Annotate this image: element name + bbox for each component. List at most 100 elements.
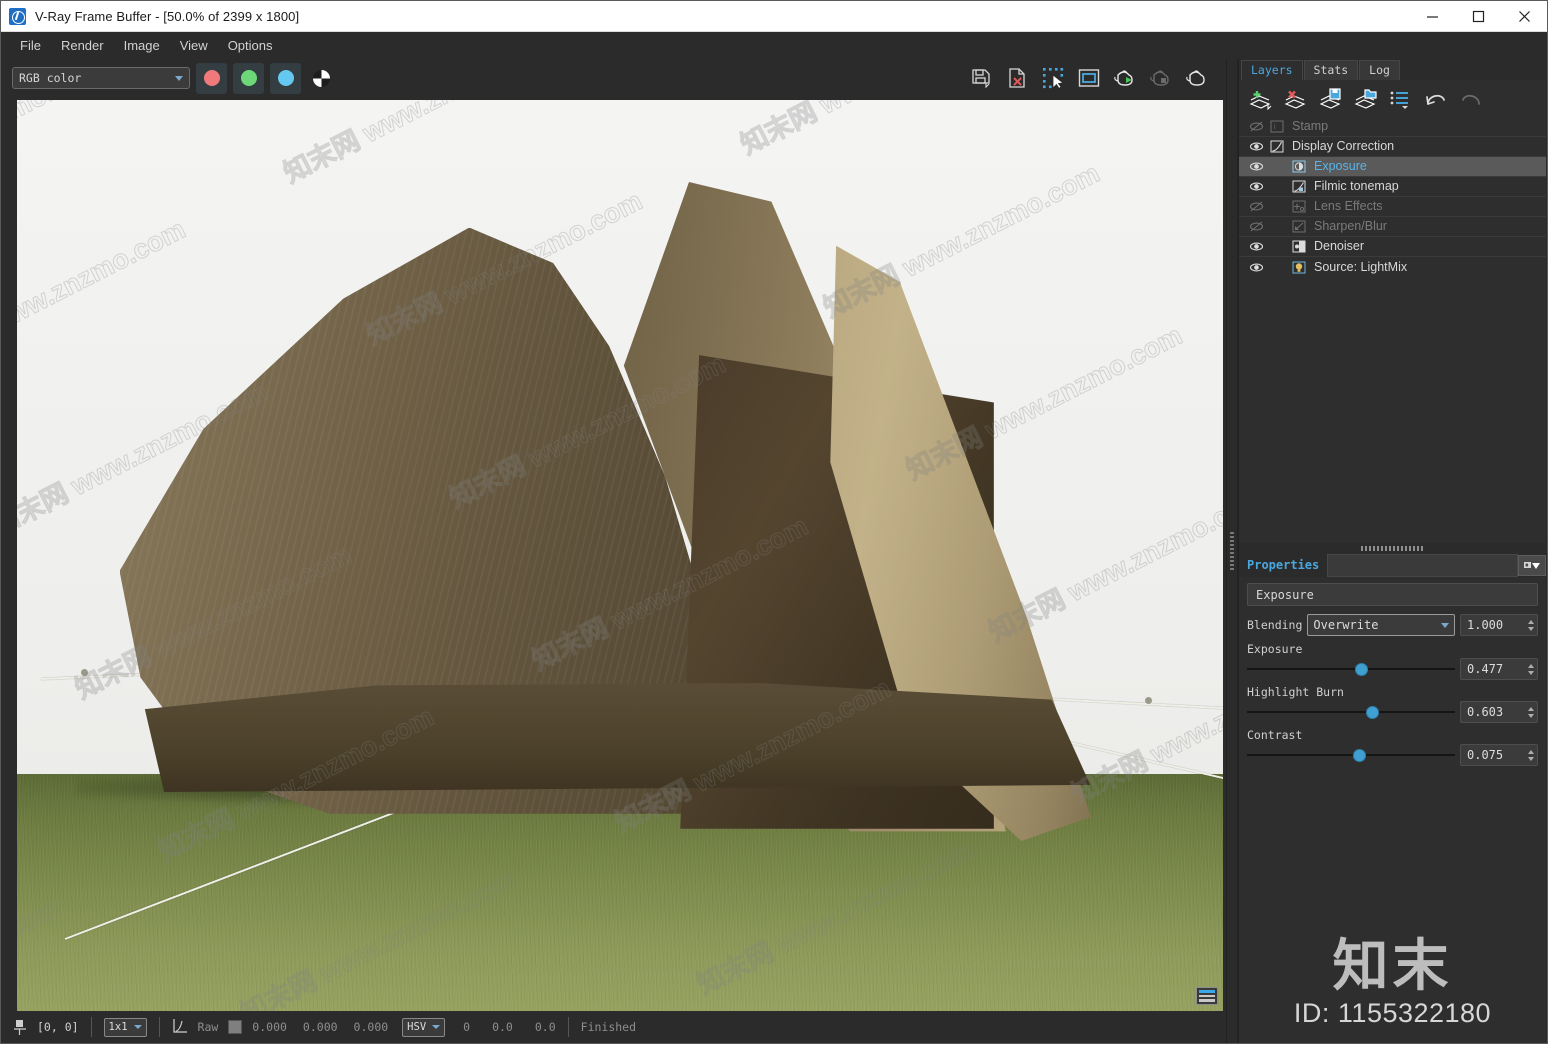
fit-to-view-icon[interactable] (1074, 63, 1104, 93)
layer-row-source-lightmix[interactable]: Source: LightMix (1239, 257, 1546, 277)
slider-track (1247, 754, 1455, 756)
spinner-arrows-icon[interactable] (1528, 663, 1534, 675)
save-layer-icon[interactable] (1315, 84, 1347, 114)
menu-render[interactable]: Render (52, 35, 113, 56)
menu-view[interactable]: View (171, 35, 217, 56)
render-canvas-wrap: 知末网 www.znzmo.com 知末网 www.znzmo.com 知末网 … (1, 97, 1226, 1011)
blending-amount-field[interactable]: 1.000 (1460, 614, 1538, 636)
panel-tabs: Layers Stats Log (1239, 59, 1546, 80)
layer-row-stamp[interactable]: i Stamp (1239, 117, 1546, 137)
delete-layer-icon[interactable] (1280, 84, 1312, 114)
red-dot-icon (203, 70, 220, 86)
tent-peg (1144, 696, 1152, 704)
lens-effects-icon (1289, 199, 1309, 214)
main-body: RGB color [0, 0] 1x1 Raw 0.000 0.000 0.0… (1, 59, 1547, 1043)
spinner-arrows-icon[interactable] (1528, 619, 1534, 631)
svg-text:i: i (1274, 124, 1276, 131)
right-panel: Layers Stats Log i Stamp Display Correct… (1238, 59, 1546, 1043)
green-channel-button[interactable] (233, 62, 264, 94)
region-render-icon[interactable] (1038, 63, 1068, 93)
highlight-burn-slider[interactable] (1247, 703, 1455, 721)
minimize-button[interactable] (1409, 1, 1455, 32)
channel-select[interactable]: RGB color (12, 67, 190, 89)
menu-file[interactable]: File (11, 35, 50, 56)
contrast-slider-row: 0.075 (1247, 744, 1538, 766)
render-last-icon[interactable] (1182, 63, 1212, 93)
layer-row-exposure[interactable]: Exposure (1239, 157, 1546, 177)
layer-menu-icon[interactable] (1385, 84, 1417, 114)
highlight-burn-slider-row: 0.603 (1247, 701, 1538, 723)
tab-stats[interactable]: Stats (1303, 60, 1359, 80)
highlight-burn-value: 0.603 (1467, 705, 1504, 719)
stamp-icon: i (1267, 119, 1287, 134)
visibility-on-icon[interactable] (1245, 161, 1267, 172)
visibility-off-icon[interactable] (1245, 121, 1267, 132)
slider-knob[interactable] (1355, 663, 1369, 676)
render-start-icon[interactable] (1110, 63, 1140, 93)
redo-icon[interactable] (1455, 84, 1487, 114)
maximize-button[interactable] (1455, 1, 1501, 32)
window-controls (1409, 1, 1547, 32)
red-channel-button[interactable] (196, 62, 227, 94)
image-area: RGB color [0, 0] 1x1 Raw 0.000 0.000 0.0… (1, 59, 1226, 1043)
spinner-arrows-icon[interactable] (1528, 706, 1534, 718)
visibility-on-icon[interactable] (1245, 141, 1267, 152)
clear-image-icon[interactable] (1002, 63, 1032, 93)
visibility-off-icon[interactable] (1245, 221, 1267, 232)
visibility-on-icon[interactable] (1245, 181, 1267, 192)
properties-header-bar (1327, 554, 1518, 577)
menu-image[interactable]: Image (115, 35, 169, 56)
blending-row: Blending Overwrite 1.000 (1247, 614, 1538, 636)
layer-label: Stamp (1292, 119, 1329, 134)
tab-layers[interactable]: Layers (1241, 60, 1303, 80)
menu-bar: File Render Image View Options (1, 32, 1547, 59)
properties-resize-handle[interactable] (1239, 543, 1546, 554)
blending-select[interactable]: Overwrite (1307, 614, 1455, 636)
alpha-channel-icon[interactable] (313, 69, 330, 87)
green-dot-icon (240, 70, 257, 86)
panel-splitter[interactable] (1226, 59, 1238, 1043)
slider-track (1247, 711, 1455, 713)
layer-row-sharpen-blur[interactable]: Sharpen/Blur (1239, 217, 1546, 237)
sample-size-value: 1x1 (108, 1021, 128, 1033)
contrast-slider[interactable] (1247, 746, 1455, 764)
slider-knob[interactable] (1365, 706, 1379, 719)
layer-row-denoiser[interactable]: Denoiser (1239, 237, 1546, 257)
menu-options[interactable]: Options (219, 35, 282, 56)
panel-layout-icon[interactable] (1196, 987, 1218, 1005)
highlight-burn-value-field[interactable]: 0.603 (1460, 701, 1538, 723)
visibility-on-icon[interactable] (1245, 262, 1267, 273)
add-layer-icon[interactable] (1245, 84, 1277, 114)
blue-channel-button[interactable] (270, 62, 301, 94)
exposure-slider[interactable] (1247, 660, 1455, 678)
slider-knob[interactable] (1353, 749, 1367, 762)
spinner-arrows-icon[interactable] (1528, 749, 1534, 761)
collapse-panel-icon[interactable] (1518, 555, 1546, 576)
render-canvas[interactable]: 知末网 www.znzmo.com 知末网 www.znzmo.com 知末网 … (17, 100, 1223, 1011)
visibility-on-icon[interactable] (1245, 241, 1267, 252)
properties-title: Properties (1247, 558, 1320, 572)
visibility-off-icon[interactable] (1245, 201, 1267, 212)
color-mode-select[interactable]: HSV (402, 1017, 446, 1037)
divider (90, 1017, 92, 1037)
close-button[interactable] (1501, 1, 1547, 32)
properties-layer-name[interactable]: Exposure (1247, 583, 1538, 606)
curve-icon[interactable] (172, 1018, 188, 1037)
pixel-probe-icon (13, 1019, 27, 1035)
properties-body: Exposure Blending Overwrite 1.000 Exposu… (1239, 577, 1546, 779)
exposure-value-field[interactable]: 0.477 (1460, 658, 1538, 680)
load-layer-icon[interactable] (1350, 84, 1382, 114)
render-stop-icon[interactable] (1146, 63, 1176, 93)
divider (158, 1017, 160, 1037)
sample-size-select[interactable]: 1x1 (103, 1017, 147, 1037)
properties-header: Properties (1239, 554, 1546, 577)
save-image-icon[interactable] (966, 63, 996, 93)
layer-row-filmic-tonemap[interactable]: Filmic tonemap (1239, 177, 1546, 197)
layer-row-display-correction[interactable]: Display Correction (1239, 137, 1546, 157)
tab-log[interactable]: Log (1359, 60, 1400, 80)
undo-icon[interactable] (1420, 84, 1452, 114)
slider-track (1247, 668, 1455, 670)
contrast-value-field[interactable]: 0.075 (1460, 744, 1538, 766)
layer-row-lens-effects[interactable]: Lens Effects (1239, 197, 1546, 217)
denoiser-icon (1289, 239, 1309, 254)
